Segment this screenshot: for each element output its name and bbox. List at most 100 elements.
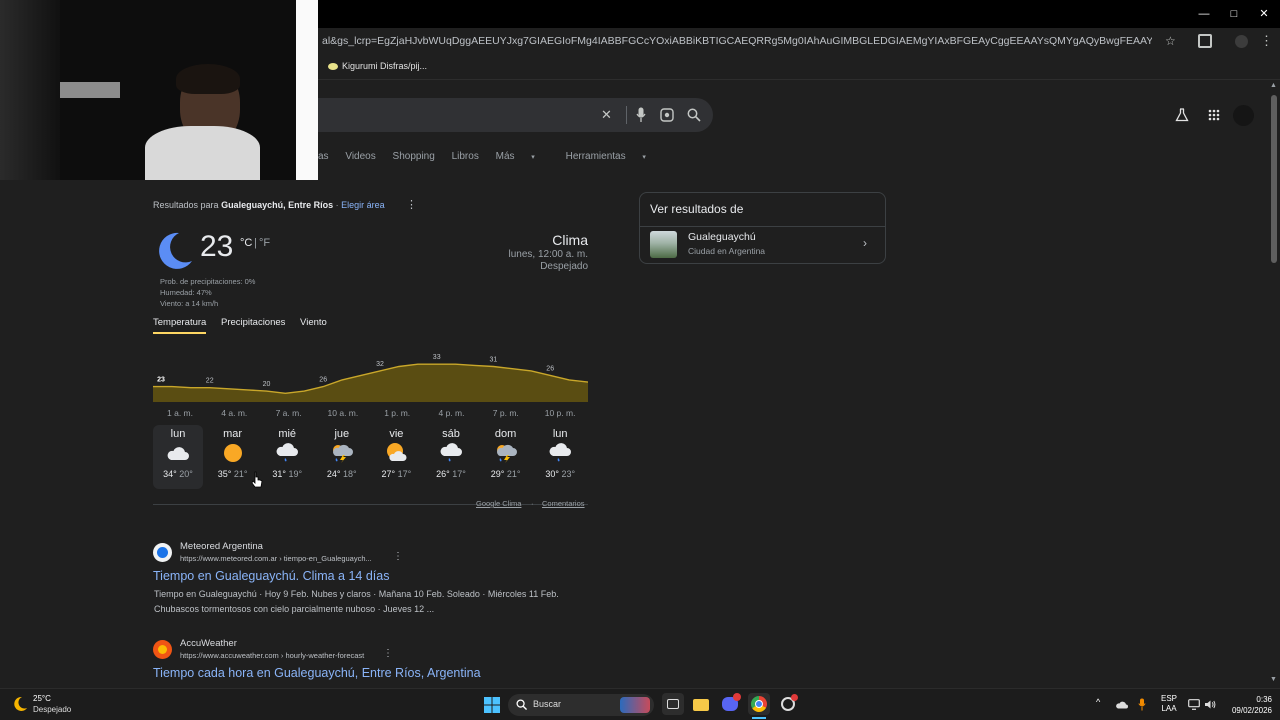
taskbar-weather-condition[interactable]: Despejado [33, 705, 71, 714]
day-forecast[interactable]: mié 31° 19° [263, 428, 311, 479]
scrollbar-thumb[interactable] [1271, 95, 1277, 263]
lens-icon[interactable] [660, 108, 674, 122]
search-icon[interactable] [687, 108, 701, 122]
day-name: sáb [442, 428, 460, 440]
cloud-icon [154, 443, 202, 465]
discord-icon[interactable] [719, 693, 741, 715]
search-box[interactable]: ✕ [318, 98, 713, 132]
weather-condition: Despejado [540, 261, 588, 272]
minimize-button[interactable]: — [1196, 6, 1212, 22]
tab-shopping[interactable]: Shopping [393, 151, 435, 162]
precipitation-text: Prob. de precipitaciones: 0% [160, 277, 256, 286]
profile-avatar[interactable] [1235, 35, 1248, 48]
result-title[interactable]: Tiempo en Gualeguaychú. Clima a 14 días [153, 569, 389, 583]
wind-text: Viento: a 14 km/h [160, 299, 219, 308]
microphone-icon[interactable] [636, 107, 646, 123]
sun-icon [209, 443, 257, 465]
hour-label: 10 p. m. [544, 408, 576, 418]
apps-grid-icon[interactable] [1208, 109, 1220, 121]
day-temperatures: 29° 21° [482, 469, 530, 479]
result-snippet-line: Tiempo en Gualeguaychú · Hoy 9 Feb. Nube… [154, 589, 559, 599]
network-icon[interactable] [1188, 699, 1200, 710]
day-forecast[interactable]: jue 24° 18° [318, 428, 366, 479]
bookmark-item[interactable]: Kigurumi Disfras/pij... [342, 61, 427, 71]
hour-label: 1 a. m. [167, 408, 193, 418]
day-high-temp: 24° [326, 469, 341, 479]
entity-thumbnail [650, 231, 677, 258]
day-name: mié [278, 428, 297, 440]
result-url[interactable]: https://www.meteored.com.ar › tiempo-en_… [180, 554, 372, 563]
windows-start-icon[interactable] [484, 697, 500, 713]
divider [153, 504, 588, 505]
bright-edge [296, 0, 318, 180]
hour-label: 10 a. m. [327, 408, 359, 418]
file-explorer-icon[interactable] [690, 693, 712, 715]
unit-fahrenheit[interactable]: °F [259, 237, 270, 249]
app-icon[interactable] [777, 693, 799, 715]
day-high-temp: 29° [490, 469, 505, 479]
person-hair [176, 64, 240, 94]
tab-videos[interactable]: Videos [345, 151, 375, 162]
day-forecast[interactable]: sáb 26° 17° [427, 428, 475, 479]
scroll-down-icon[interactable]: ▼ [1270, 676, 1277, 683]
day-forecast[interactable]: lun 30° 23° [536, 428, 584, 479]
onedrive-cloud-icon[interactable] [1115, 700, 1128, 709]
result-site-name[interactable]: Meteored Argentina [180, 541, 263, 552]
day-temperatures: 34° 20° [154, 469, 202, 479]
taskbar-weather-temp[interactable]: 25°C [33, 694, 51, 703]
result-url[interactable]: https://www.accuweather.com › hourly-wea… [180, 651, 364, 660]
chrome-icon[interactable] [748, 693, 770, 715]
maximize-button[interactable]: □ [1226, 6, 1242, 22]
result-site-name[interactable]: AccuWeather [180, 638, 237, 649]
side-panel-entity[interactable]: Gualeguaychú Ciudad en Argentina › [640, 227, 885, 263]
tray-overflow-icon[interactable]: ^ [1096, 697, 1100, 707]
tab-precipitation[interactable]: Precipitaciones [221, 317, 285, 328]
day-forecast[interactable]: vie 27° 17° [372, 428, 420, 479]
volume-icon[interactable] [1204, 699, 1216, 710]
account-avatar[interactable] [1233, 105, 1254, 126]
language-indicator[interactable]: ESP LAA [1161, 694, 1177, 714]
tab-temperature[interactable]: Temperatura [153, 317, 207, 334]
page-scrollbar[interactable]: ▲ ▼ [1268, 80, 1280, 688]
day-high-temp: 27° [381, 469, 396, 479]
feedback-link[interactable]: Comentarios [542, 499, 585, 508]
temperature-data-label: 26 [319, 377, 327, 384]
close-button[interactable]: ✕ [1256, 6, 1272, 22]
day-name: lun [170, 428, 186, 440]
microphone-icon[interactable] [1138, 698, 1146, 711]
labs-flask-icon[interactable] [1175, 108, 1189, 122]
result-menu-icon[interactable]: ⋮ [393, 551, 403, 562]
result-title[interactable]: Tiempo cada hora en Gualeguaychú, Entre … [153, 666, 481, 680]
sun-icon [158, 645, 167, 654]
day-forecast[interactable]: mar 35° 21° [209, 428, 257, 479]
tab-wind[interactable]: Viento [300, 317, 327, 328]
task-view-icon[interactable] [662, 693, 684, 715]
more-menu-icon[interactable]: ⋮ [1260, 33, 1273, 49]
temperature-data-label: 31 [490, 357, 498, 364]
day-forecast[interactable]: lun 34° 20° [154, 428, 202, 479]
tab-all[interactable]: as [318, 151, 329, 162]
taskbar-search[interactable]: Buscar [508, 694, 654, 716]
tab-books[interactable]: Libros [452, 151, 479, 162]
search-tabs: as Videos Shopping Libros Más ▾ Herramie… [318, 151, 674, 162]
day-forecast[interactable]: dom 29° 21° [482, 428, 530, 479]
results-location: Gualeguaychú, Entre Ríos [221, 200, 334, 210]
result-snippet: Tiempo en Gualeguaychú · Hoy 9 Feb. Nube… [154, 587, 594, 617]
clear-icon[interactable]: ✕ [601, 107, 612, 123]
extensions-icon[interactable] [1198, 34, 1212, 48]
more-options-icon[interactable]: ⋮ [406, 198, 417, 211]
side-panel-heading: Ver resultados de [650, 202, 744, 216]
search-icon [516, 699, 527, 710]
clock[interactable]: 0:36 09/02/2026 [1222, 694, 1272, 716]
day-high-temp: 35° [217, 469, 232, 479]
tab-tools[interactable]: Herramientas ▾ [566, 151, 660, 162]
bookmark-star-icon[interactable]: ☆ [1165, 34, 1176, 48]
tab-more[interactable]: Más ▾ [496, 151, 549, 162]
result-menu-icon[interactable]: ⋮ [383, 648, 393, 659]
scroll-up-icon[interactable]: ▲ [1270, 82, 1277, 89]
google-weather-link[interactable]: Google Clima [476, 499, 521, 508]
language-code: ESP [1161, 694, 1178, 703]
bookmark-favicon-icon [328, 63, 338, 70]
url-text[interactable]: al&gs_lcrp=EgZjaHJvbWUqDggAEEUYJxg7GIAEG… [322, 35, 1152, 47]
choose-area-link[interactable]: Elegir área [341, 200, 385, 210]
